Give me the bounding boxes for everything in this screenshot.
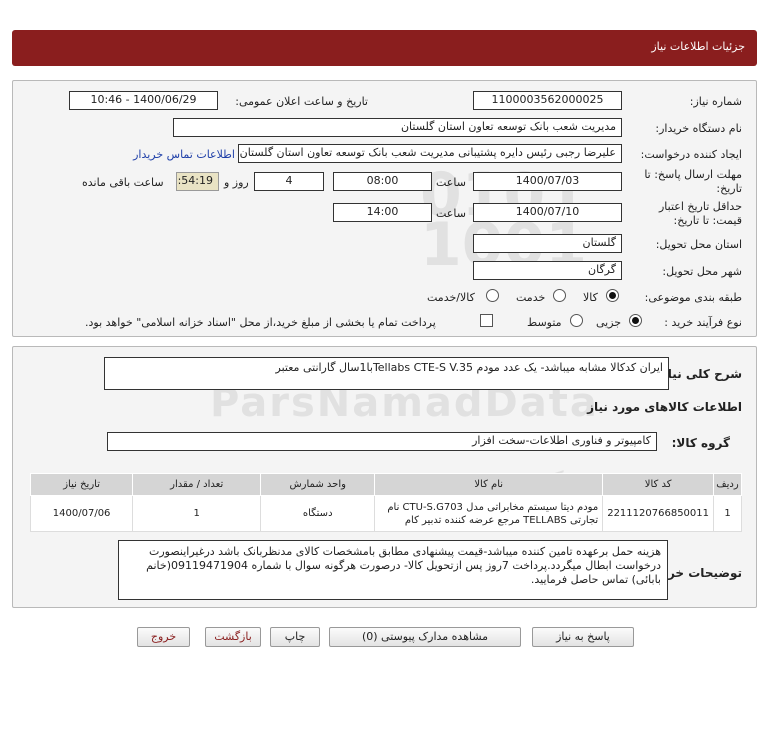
deadline-time-label: ساعت (436, 176, 466, 189)
validity-label: حداقل تاریخ اعتبار (658, 200, 742, 213)
category-option-goods: کالا (583, 291, 598, 304)
exit-button[interactable]: خروج (137, 627, 190, 647)
process-option-medium: متوسط (527, 316, 562, 329)
print-button[interactable]: چاپ (270, 627, 320, 647)
summary-field: ایران کدکالا مشابه میباشد- یک عدد مودم T… (104, 357, 669, 390)
cell-name: مودم دیتا سیستم مخابراتی مدل CTU-S.G703 … (374, 495, 604, 532)
creator-field: علیرضا رجبی رئیس دایره پشتیبانی مدیریت ش… (238, 144, 622, 163)
category-label: طبقه بندی موضوعی: (644, 291, 742, 304)
creator-label: ایجاد کننده درخواست: (640, 148, 742, 161)
process-radio-medium[interactable] (570, 314, 583, 327)
process-label: نوع فرآیند خرید : (664, 316, 742, 329)
days-label: روز و (224, 176, 249, 189)
process-radio-minor[interactable] (629, 314, 642, 327)
group-field: کامپیوتر و فناوری اطلاعات-سخت افزار (107, 432, 657, 451)
goods-table-header: ردیف کد کالا نام کالا واحد شمارش تعداد /… (29, 473, 742, 496)
city-field: گرگان (473, 261, 622, 280)
col-row: ردیف (713, 473, 742, 496)
category-option-goods-service: کالا/خدمت (427, 291, 475, 304)
need-number-label: شماره نیاز: (689, 95, 742, 108)
process-option-minor: جزیی (596, 316, 622, 329)
reply-to-need-button[interactable]: پاسخ به نیاز (532, 627, 634, 647)
back-button[interactable]: بازگشت (205, 627, 261, 647)
validity-time-label: ساعت (436, 207, 466, 220)
treasury-payment-checkbox[interactable] (480, 314, 493, 327)
col-unit: واحد شمارش (260, 473, 376, 496)
cell-date: 1400/07/06 (29, 495, 134, 532)
validity-label-2: قیمت: تا تاریخ: (673, 214, 742, 227)
contact-buyer-link[interactable]: اطلاعات تماس خریدار (133, 148, 235, 161)
category-radio-service[interactable] (553, 289, 566, 302)
province-label: استان محل تحویل: (655, 238, 742, 251)
announce-field: 1400/06/29 - 10:46 (69, 91, 218, 110)
remaining-time-field: 21:54:19 (176, 172, 219, 191)
treasury-payment-note: پرداخت تمام یا بخشی از مبلغ خرید،از محل … (85, 316, 436, 329)
group-label: گروه کالا: (671, 436, 730, 450)
days-field: 4 (254, 172, 324, 191)
col-name: نام کالا (374, 473, 604, 496)
view-attachments-button[interactable]: مشاهده مدارک پیوستی (0) (329, 627, 521, 647)
announce-label: تاریخ و ساعت اعلان عمومی: (235, 95, 368, 108)
city-label: شهر محل تحویل: (662, 265, 742, 278)
goods-info-title: اطلاعات کالاهای مورد نیاز (587, 400, 742, 414)
remaining-label: ساعت باقی مانده (82, 176, 164, 189)
table-row: 1 2211120766850011 مودم دیتا سیستم مخابر… (29, 495, 742, 532)
validity-time-field: 14:00 (333, 203, 432, 222)
province-field: گلستان (473, 234, 622, 253)
cell-qty: 1 (132, 495, 262, 532)
buyer-notes-field: هزینه حمل برعهده تامین کننده میباشد-قیمت… (118, 540, 668, 600)
buyer-field: مدیریت شعب بانک توسعه تعاون استان گلستان (173, 118, 622, 137)
cell-unit: دستگاه (260, 495, 376, 532)
need-number-field: 1100003562000025 (473, 91, 622, 110)
col-code: کد کالا (602, 473, 714, 496)
category-option-service: خدمت (516, 291, 546, 304)
cell-code: 2211120766850011 (602, 495, 714, 532)
category-radio-goods-service[interactable] (486, 289, 499, 302)
validity-date-field: 1400/07/10 (473, 203, 622, 222)
deadline-label-2: تاریخ: (716, 182, 742, 195)
deadline-label: مهلت ارسال پاسخ: تا (644, 168, 742, 181)
cell-row: 1 (713, 495, 742, 532)
page-header: جزئیات اطلاعات نیاز (12, 30, 757, 66)
goods-table: ردیف کد کالا نام کالا واحد شمارش تعداد /… (29, 473, 742, 532)
page-title: جزئیات اطلاعات نیاز (651, 40, 745, 53)
buyer-label: نام دستگاه خریدار: (655, 122, 742, 135)
deadline-time-field: 08:00 (333, 172, 432, 191)
col-date: تاریخ نیاز (29, 473, 134, 496)
category-radio-goods[interactable] (606, 289, 619, 302)
col-qty: تعداد / مقدار (132, 473, 262, 496)
deadline-date-field: 1400/07/03 (473, 172, 622, 191)
